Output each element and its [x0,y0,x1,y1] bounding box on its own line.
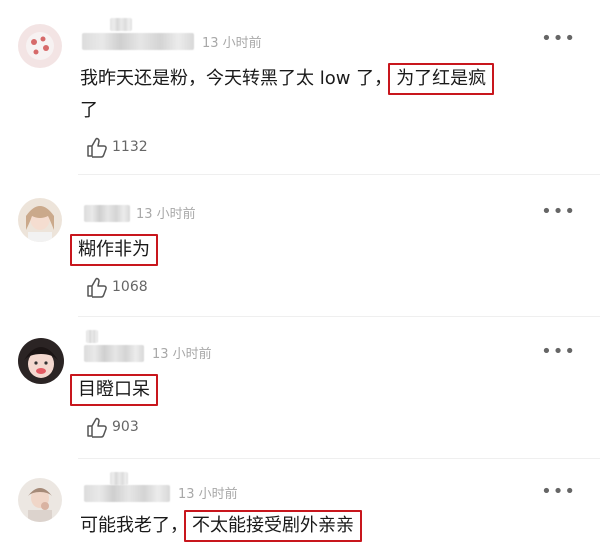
comment-item: 13 小时前 ••• 目瞪口呆 903 [0,320,600,460]
avatar[interactable] [18,198,62,242]
username-redacted [82,33,194,50]
comment-text: 目瞪口呆 [70,374,158,406]
avatar-image [18,198,62,242]
more-options-icon[interactable]: ••• [541,203,576,221]
username-redacted [84,345,144,362]
divider [78,174,600,175]
highlighted-text: 糊作非为 [70,234,158,266]
more-options-icon[interactable]: ••• [541,343,576,361]
comment-text-plain: 我昨天还是粉，今天转黑了太 low 了， [80,68,393,89]
avatar[interactable] [18,338,64,384]
like-button[interactable]: 903 [86,416,139,438]
avatar[interactable] [18,24,62,68]
comment-item: 13 小时前 ••• 糊作非为 1068 [0,180,600,320]
comment-text: 可能我老了， 不太能接受剧外亲亲 [80,510,362,542]
like-count: 1068 [112,279,148,295]
divider [78,458,600,459]
comment-text: 我昨天还是粉，今天转黑了太 low 了， 为了红是疯 [80,63,495,95]
highlighted-text: 目瞪口呆 [70,374,158,406]
avatar[interactable] [18,478,62,522]
highlighted-text: 为了红是疯 [388,63,495,95]
comment-text-line2: 了 [80,100,98,121]
avatar-image [18,24,62,68]
username-redacted-overlay [86,330,98,343]
thumbs-up-icon [87,417,107,438]
highlighted-text: 不太能接受剧外亲亲 [184,510,362,542]
username-redacted-overlay [110,18,132,31]
like-button[interactable]: 1068 [86,276,148,298]
thumbs-up-icon [87,277,107,298]
like-count: 903 [112,419,139,435]
comment-text: 糊作非为 [70,234,158,266]
avatar-image [18,478,62,522]
username-redacted [84,485,170,502]
timestamp: 13 小时前 [136,207,196,222]
more-options-icon[interactable]: ••• [541,30,576,48]
more-options-icon[interactable]: ••• [541,483,576,501]
comment-item: 13 小时前 ••• 我昨天还是粉，今天转黑了太 low 了， 为了红是疯 了 1… [0,0,600,180]
username-redacted [84,205,130,222]
username-redacted-overlay [110,472,128,485]
like-button[interactable]: 1132 [86,136,148,158]
like-count: 1132 [112,139,148,155]
timestamp: 13 小时前 [178,487,238,502]
timestamp: 13 小时前 [152,347,212,362]
avatar-image [18,338,64,384]
timestamp: 13 小时前 [202,36,262,51]
divider [78,316,600,317]
comment-text-plain: 可能我老了， [80,515,188,536]
comment-item: 13 小时前 ••• 可能我老了， 不太能接受剧外亲亲 [0,462,600,542]
thumbs-up-icon [87,137,107,158]
